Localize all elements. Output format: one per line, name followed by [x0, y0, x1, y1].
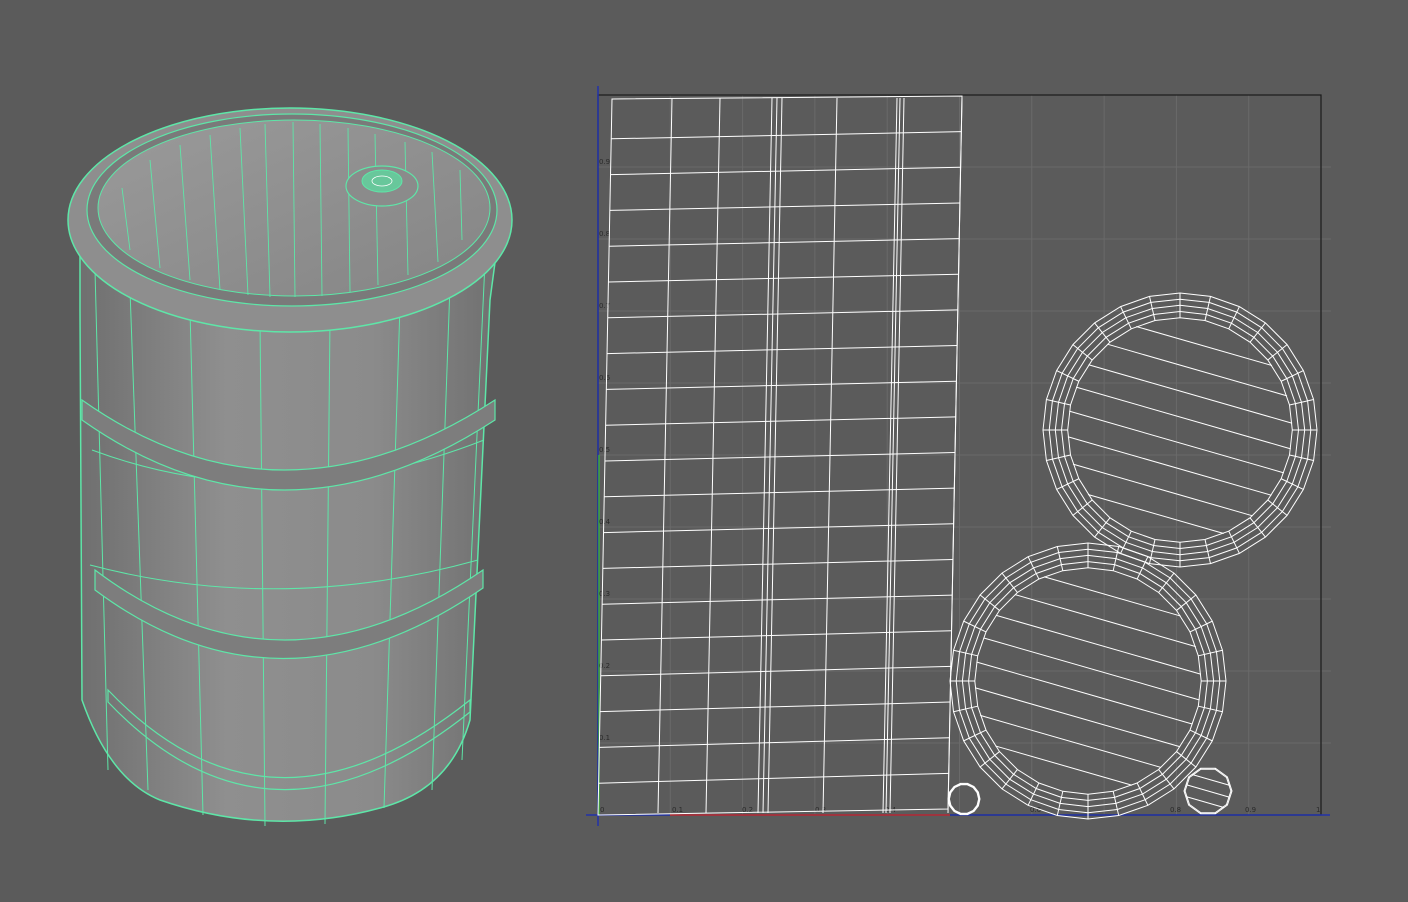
uv-ring: [948, 783, 980, 815]
barrel-model[interactable]: [0, 0, 560, 902]
v-tick-label: 0.8: [599, 230, 610, 238]
uv-ring: [968, 561, 1208, 801]
uv-edge: [603, 523, 954, 534]
uv-edge: [1188, 804, 1190, 806]
uv-ring: [974, 567, 1202, 795]
uv-edge: [949, 791, 952, 794]
uv-edge: [995, 614, 1202, 675]
v-tick-label: 0.6: [599, 374, 611, 382]
uv-ring: [1048, 298, 1312, 562]
uv-edge: [607, 345, 958, 355]
uv-edge: [983, 637, 1200, 701]
uv-edge: [601, 630, 952, 641]
uv-edge: [1067, 436, 1272, 496]
uv-edge: [949, 804, 952, 807]
uv-edge: [976, 804, 979, 807]
uv-edge: [976, 791, 979, 794]
uv-edge: [1076, 386, 1291, 450]
uv-edge: [1087, 493, 1224, 534]
uv-layout[interactable]: 0 0.1 0.2 0.3 0.4 0.6 0.8 0.9 1 0.10.20.30.40.50…: [560, 0, 1408, 902]
u-tick-label: 0.9: [1245, 806, 1256, 814]
barrel-cap: [345, 165, 419, 207]
uv-texture-editor[interactable]: 0 0.1 0.2 0.3 0.4 0.6 0.8 0.9 1 0.1 0.2 0.3 0.4 0.5 0…: [560, 0, 1408, 902]
uv-edge: [1043, 576, 1181, 617]
uv-shell-barrel-top[interactable]: [1042, 292, 1318, 568]
v-tick-label: 0.1: [599, 734, 610, 742]
uv-edge: [608, 273, 959, 283]
uv-ring: [948, 784, 980, 814]
uv-edge: [953, 810, 956, 812]
u-tick-label: 0.1: [672, 806, 683, 814]
uv-ring: [1042, 292, 1318, 568]
perspective-viewport[interactable]: [0, 0, 560, 902]
u-tick-label: 0.6: [1030, 806, 1042, 814]
uv-ring: [1060, 310, 1300, 550]
uv-edge: [1226, 804, 1228, 806]
uv-edge: [604, 487, 955, 498]
uv-edge: [604, 452, 956, 462]
uv-edge: [602, 558, 953, 569]
uv-edge: [1088, 364, 1293, 424]
uv-edge: [602, 594, 953, 605]
uv-edge: [609, 238, 960, 247]
uv-ring: [1054, 304, 1306, 556]
uv-edge: [995, 745, 1133, 786]
v-tick-label: 0.9: [599, 158, 610, 166]
uv-edge: [972, 810, 975, 812]
uv-edge: [610, 166, 961, 176]
uv-edge: [974, 687, 1181, 748]
uv-edge: [609, 202, 960, 211]
uv-shell-barrel-bottom[interactable]: [949, 542, 1227, 820]
uv-edge: [1188, 776, 1190, 778]
uv-ring: [947, 782, 981, 816]
uv-edge: [606, 380, 957, 390]
uv-edge: [598, 772, 949, 784]
uv-shell-cap-small[interactable]: [1183, 767, 1233, 815]
v-tick-label: 0.3: [599, 590, 610, 598]
uv-edge: [600, 701, 951, 713]
uv-ring: [1067, 317, 1293, 543]
u-tick-label: 0: [600, 806, 604, 814]
u-tick-label: 1: [1316, 806, 1320, 814]
uv-edge: [1185, 784, 1231, 798]
uv-shell-cap[interactable]: [947, 782, 981, 816]
v-tick-label: 0.4: [599, 518, 611, 526]
v-tick-label: 0.5: [599, 446, 610, 454]
uv-ring: [949, 542, 1227, 820]
u-tick-label: 0.8: [1170, 806, 1181, 814]
uv-edge: [605, 416, 956, 426]
uv-edge: [1136, 326, 1273, 367]
uv-edge: [611, 131, 962, 140]
maya-workspace: 0 0.1 0.2 0.3 0.4 0.6 0.8 0.9 1 0.1 0.2 0.3 0.4 0.5 0…: [0, 0, 1408, 902]
uv-ring: [955, 548, 1221, 814]
uv-edge: [953, 786, 956, 788]
uv-edge: [972, 786, 975, 788]
u-tick-label: 0.3: [815, 806, 826, 814]
uv-edge: [1226, 776, 1228, 778]
